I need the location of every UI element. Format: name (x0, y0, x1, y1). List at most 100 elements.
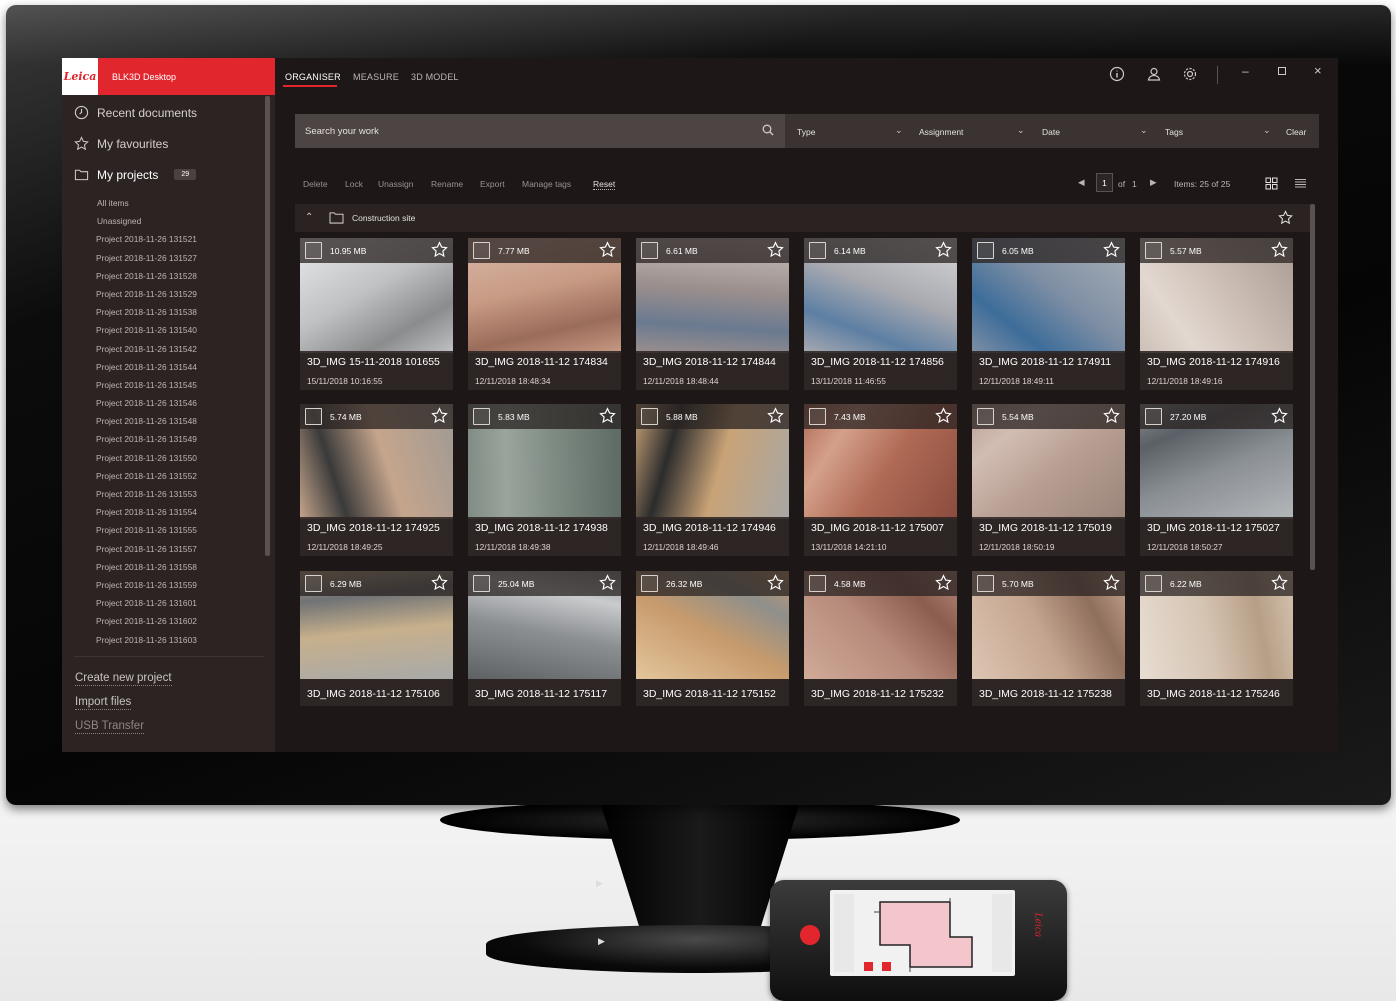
favourite-star-icon[interactable] (767, 407, 784, 424)
main-scrollbar[interactable] (1310, 204, 1315, 570)
photo-card[interactable]: 4.58 MB 3D_IMG 2018-11-12 175232 (804, 571, 957, 706)
favourite-star-icon[interactable] (431, 241, 448, 258)
search-input[interactable]: Search your work (295, 114, 785, 148)
clear-filters-button[interactable]: Clear (1286, 127, 1306, 137)
sidebar-item-project[interactable]: Project 2018-11-26 131546 (62, 394, 275, 412)
usb-transfer-link[interactable]: USB Transfer (75, 719, 145, 734)
manage-tags-button[interactable]: Manage tags (522, 179, 571, 189)
favourite-star-icon[interactable] (1271, 574, 1288, 591)
photo-card[interactable]: 5.57 MB 3D_IMG 2018-11-12 174916 12/11/201… (1140, 238, 1293, 390)
sidebar-item-project[interactable]: Project 2018-11-26 131555 (62, 521, 275, 539)
user-icon[interactable] (1146, 66, 1162, 82)
photo-card[interactable]: 27.20 MB 3D_IMG 2018-11-12 175027 12/11/20… (1140, 404, 1293, 556)
sidebar-item-project[interactable]: Project 2018-11-26 131521 (62, 230, 275, 248)
star-icon[interactable] (1278, 210, 1293, 225)
photo-card[interactable]: 6.61 MB 3D_IMG 2018-11-12 174844 12/11/201… (636, 238, 789, 390)
gear-icon[interactable] (1182, 66, 1198, 82)
sidebar-item-project[interactable]: Project 2018-11-26 131603 (62, 631, 275, 649)
export-button[interactable]: Export (480, 179, 505, 189)
photo-card[interactable]: 6.14 MB 3D_IMG 2018-11-12 174856 13/11/201… (804, 238, 957, 390)
nav-my-favourites[interactable]: My favourites (74, 136, 168, 151)
favourite-star-icon[interactable] (1271, 407, 1288, 424)
delete-button[interactable]: Delete (303, 179, 328, 189)
sidebar-item-project[interactable]: Project 2018-11-26 131548 (62, 412, 275, 430)
favourite-star-icon[interactable] (935, 241, 952, 258)
close-icon[interactable]: × (1314, 63, 1322, 78)
favourite-star-icon[interactable] (1103, 241, 1120, 258)
sidebar-item-project[interactable]: Project 2018-11-26 131552 (62, 467, 275, 485)
sidebar-item-project[interactable]: Project 2018-11-26 131540 (62, 321, 275, 339)
sidebar-item-project[interactable]: Project 2018-11-26 131527 (62, 249, 275, 267)
nav-my-projects[interactable]: My projects 29 (74, 167, 197, 182)
favourite-star-icon[interactable] (431, 407, 448, 424)
group-header[interactable]: ⌃ Construction site (295, 204, 1310, 232)
favourite-star-icon[interactable] (767, 241, 784, 258)
unassign-button[interactable]: Unassign (378, 179, 413, 189)
next-page-icon[interactable]: ▶ (1150, 177, 1157, 188)
favourite-star-icon[interactable] (935, 407, 952, 424)
sidebar-item-project[interactable]: Project 2018-11-26 131557 (62, 540, 275, 558)
chevron-down-icon[interactable]: ⌄ (1263, 125, 1271, 136)
sidebar-item-project[interactable]: Project 2018-11-26 131553 (62, 485, 275, 503)
sidebar-item-project[interactable]: Project 2018-11-26 131529 (62, 285, 275, 303)
sidebar-item-project[interactable]: Project 2018-11-26 131545 (62, 376, 275, 394)
photo-card[interactable]: 26.32 MB 3D_IMG 2018-11-12 175152 (636, 571, 789, 706)
tab-measure[interactable]: MEASURE (353, 72, 399, 82)
sidebar-item-project[interactable]: Project 2018-11-26 131601 (62, 594, 275, 612)
sidebar-item-project[interactable]: Project 2018-11-26 131559 (62, 576, 275, 594)
photo-card[interactable]: 6.05 MB 3D_IMG 2018-11-12 174911 12/11/201… (972, 238, 1125, 390)
photo-card[interactable]: 25.04 MB 3D_IMG 2018-11-12 175117 (468, 571, 621, 706)
search-icon[interactable] (762, 124, 774, 136)
filter-assignment[interactable]: Assignment (919, 127, 963, 137)
tab-3d-model[interactable]: 3D MODEL (411, 72, 459, 82)
sidebar-item-project[interactable]: Project 2018-11-26 131550 (62, 449, 275, 467)
photo-card[interactable]: 5.54 MB 3D_IMG 2018-11-12 175019 12/11/201… (972, 404, 1125, 556)
sidebar-scrollbar[interactable] (265, 96, 270, 556)
sidebar-item-project[interactable]: Project 2018-11-26 131549 (62, 430, 275, 448)
favourite-star-icon[interactable] (431, 574, 448, 591)
photo-card[interactable]: 6.22 MB 3D_IMG 2018-11-12 175246 (1140, 571, 1293, 706)
favourite-star-icon[interactable] (599, 574, 616, 591)
favourite-star-icon[interactable] (1103, 574, 1120, 591)
sidebar-item-project[interactable]: Project 2018-11-26 131538 (62, 303, 275, 321)
photo-card[interactable]: 7.77 MB 3D_IMG 2018-11-12 174834 12/11/201… (468, 238, 621, 390)
chevron-down-icon[interactable]: ⌄ (1140, 125, 1148, 136)
filter-date[interactable]: Date (1042, 127, 1060, 137)
photo-card[interactable]: 5.74 MB 3D_IMG 2018-11-12 174925 12/11/201… (300, 404, 453, 556)
list-view-icon[interactable] (1294, 177, 1307, 190)
create-new-project-link[interactable]: Create new project (75, 671, 172, 686)
sidebar-item-unassigned[interactable]: Unassigned (62, 212, 275, 230)
favourite-star-icon[interactable] (1103, 407, 1120, 424)
favourite-star-icon[interactable] (599, 407, 616, 424)
sidebar-item-all-items[interactable]: All items (62, 194, 275, 212)
photo-card[interactable]: 5.70 MB 3D_IMG 2018-11-12 175238 (972, 571, 1125, 706)
nav-recent-documents[interactable]: Recent documents (74, 105, 197, 120)
photo-card[interactable]: 5.88 MB 3D_IMG 2018-11-12 174946 12/11/201… (636, 404, 789, 556)
filter-type[interactable]: Type (797, 127, 815, 137)
prev-page-icon[interactable]: ◀ (1078, 177, 1085, 188)
grid-view-icon[interactable] (1265, 177, 1278, 190)
sidebar-item-project[interactable]: Project 2018-11-26 131528 (62, 267, 275, 285)
maximize-icon[interactable] (1278, 67, 1286, 75)
sidebar-item-project[interactable]: Project 2018-11-26 131558 (62, 558, 275, 576)
favourite-star-icon[interactable] (1271, 241, 1288, 258)
import-files-link[interactable]: Import files (75, 695, 132, 710)
rename-button[interactable]: Rename (431, 179, 463, 189)
sidebar-item-project[interactable]: Project 2018-11-26 131554 (62, 503, 275, 521)
chevron-down-icon[interactable]: ⌄ (895, 125, 903, 136)
chevron-up-icon[interactable]: ⌃ (305, 212, 313, 223)
chevron-down-icon[interactable]: ⌄ (1017, 125, 1025, 136)
photo-card[interactable]: 6.29 MB 3D_IMG 2018-11-12 175106 (300, 571, 453, 706)
info-icon[interactable] (1109, 66, 1125, 82)
photo-card[interactable]: 7.43 MB 3D_IMG 2018-11-12 175007 13/11/201… (804, 404, 957, 556)
filter-tags[interactable]: Tags (1165, 127, 1183, 137)
photo-card[interactable]: 5.83 MB 3D_IMG 2018-11-12 174938 12/11/201… (468, 404, 621, 556)
tab-organiser[interactable]: ORGANISER (285, 72, 341, 82)
sidebar-item-project[interactable]: Project 2018-11-26 131602 (62, 612, 275, 630)
photo-card[interactable]: 10.95 MB 3D_IMG 15-11-2018 101655 15/11/20… (300, 238, 453, 390)
lock-button[interactable]: Lock (345, 179, 363, 189)
reset-button[interactable]: Reset (593, 179, 616, 190)
favourite-star-icon[interactable] (767, 574, 784, 591)
sidebar-item-project[interactable]: Project 2018-11-26 131544 (62, 358, 275, 376)
favourite-star-icon[interactable] (935, 574, 952, 591)
